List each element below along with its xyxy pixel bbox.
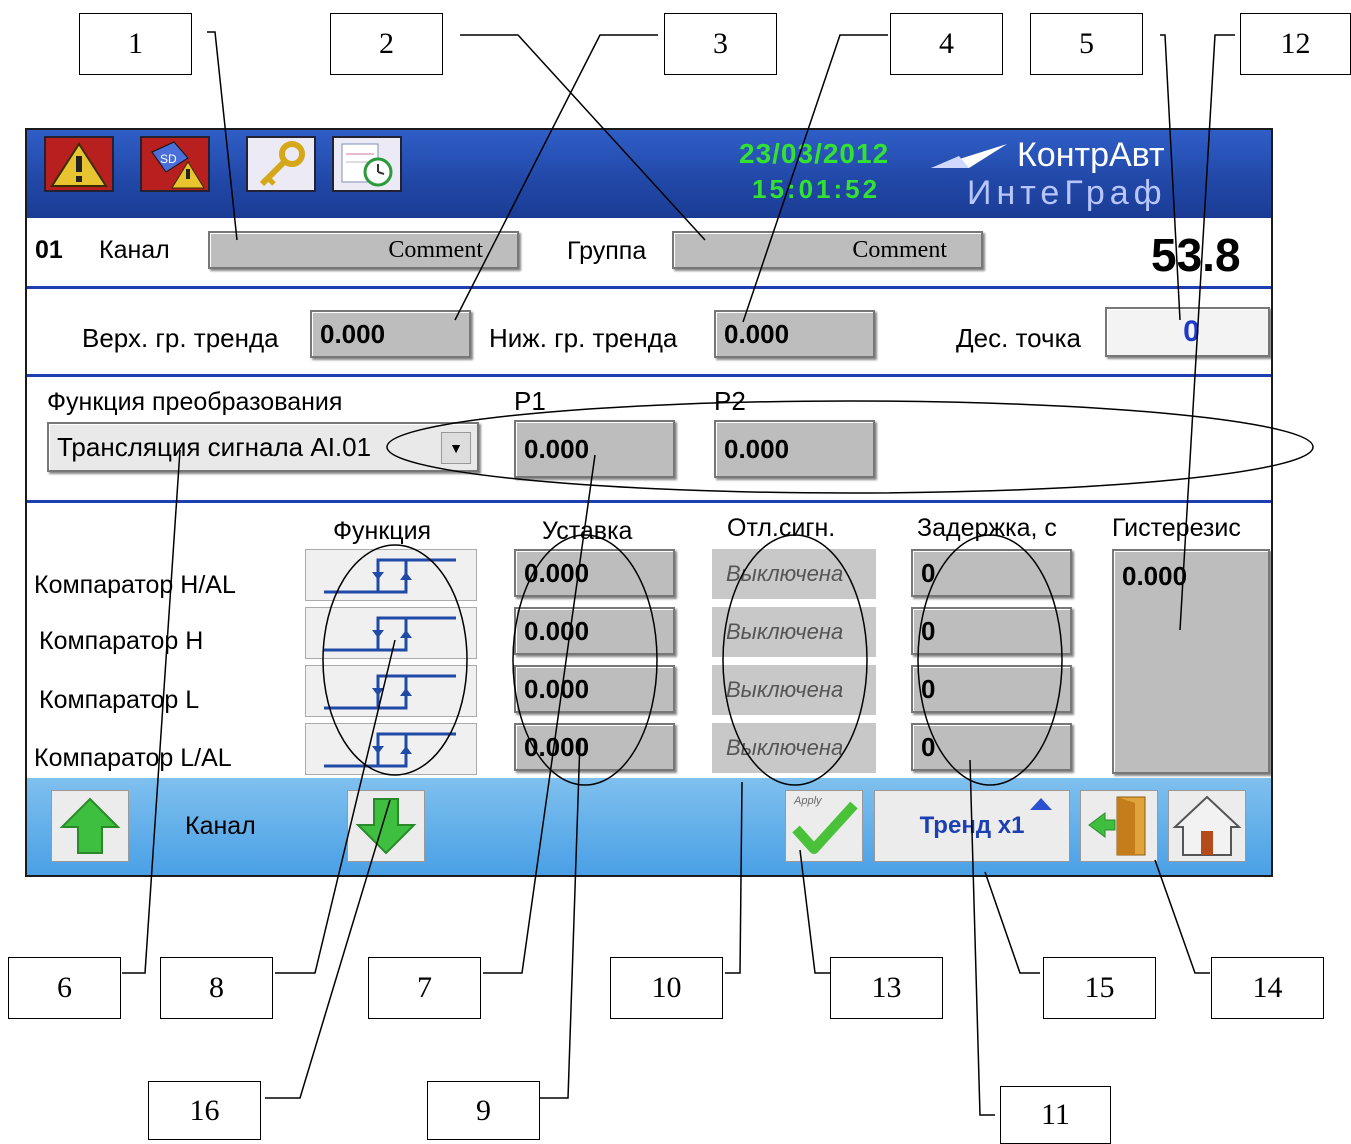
annotation-overlay <box>122 31 1314 1116</box>
